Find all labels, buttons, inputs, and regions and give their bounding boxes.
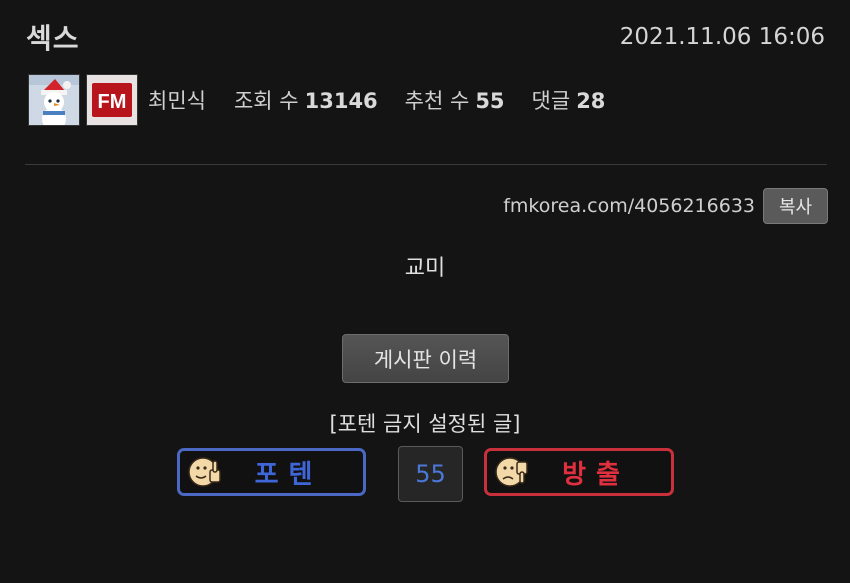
post-view: 섹스 2021.11.06 16:06 FM 최민식 조회 수 13146 추천… (0, 0, 850, 583)
svg-text:FM: FM (98, 91, 127, 113)
author-name[interactable]: 최민식 (148, 85, 206, 115)
vote-down-label: 방출 (562, 459, 630, 490)
snowman-avatar-icon[interactable] (28, 73, 80, 126)
comments-label: 댓글 (531, 88, 571, 113)
fm-badge-icon: FM (86, 73, 138, 126)
recommends-stat: 추천 수 55 (405, 85, 505, 115)
post-title: 섹스 (26, 22, 80, 55)
views-stat: 조회 수 13146 (234, 85, 378, 115)
vote-down-button[interactable]: 방출 (484, 448, 674, 496)
views-count: 13146 (304, 88, 378, 113)
board-history-button[interactable]: 게시판 이력 (342, 334, 509, 383)
post-url[interactable]: fmkorea.com/4056216633 (503, 195, 755, 217)
vote-count: 55 (398, 446, 463, 502)
thumbs-up-face-icon (188, 457, 221, 487)
views-label: 조회 수 (233, 88, 299, 113)
post-meta: FM 최민식 조회 수 13146 추천 수 55 댓글 28 (28, 73, 632, 126)
recommends-label: 추천 수 (404, 88, 470, 113)
thumbs-down-face-icon (495, 457, 528, 487)
comments-count: 28 (576, 88, 606, 113)
vote-up-button[interactable]: 포텐 (177, 448, 366, 496)
post-link-row: fmkorea.com/4056216633 복사 (503, 188, 828, 224)
post-body: 교미 (404, 256, 446, 281)
comments-stat[interactable]: 댓글 28 (532, 85, 606, 115)
post-date: 2021.11.06 16:06 (619, 24, 825, 50)
copy-url-button[interactable]: 복사 (763, 188, 828, 224)
divider (25, 164, 827, 165)
poten-ban-notice: [포텐 금지 설정된 글] (329, 412, 521, 436)
recommends-count: 55 (475, 88, 505, 113)
vote-up-label: 포텐 (254, 459, 323, 490)
